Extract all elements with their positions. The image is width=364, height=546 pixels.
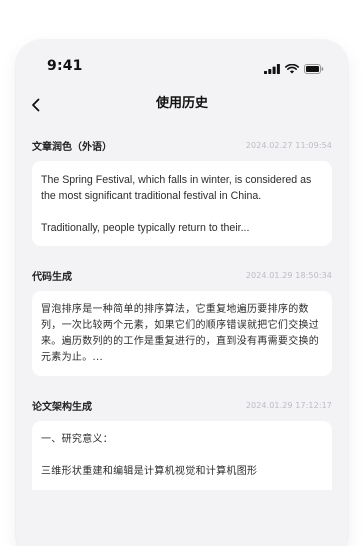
history-item[interactable]: 文章润色（外语） 2024.02.27 11:09:54 The Spring … xyxy=(32,136,332,246)
history-item-text: 冒泡排序是一种简单的排序算法，它重复地遍历要排序的数列，一次比较两个元素，如果它… xyxy=(41,304,320,363)
navigation-bar: 使用历史 xyxy=(16,88,348,122)
history-item-type: 代码生成 xyxy=(32,271,72,283)
history-item-header: 代码生成 2024.01.29 18:50:34 xyxy=(32,266,332,284)
history-item-timestamp: 2024.01.29 18:50:34 xyxy=(245,270,332,280)
wifi-icon xyxy=(285,59,299,78)
history-item-timestamp: 2024.01.29 17:12:17 xyxy=(245,400,332,410)
history-item[interactable]: 论文架构生成 2024.01.29 17:12:17 一、研究意义： 三维形状重… xyxy=(32,396,332,490)
history-item-header: 文章润色（外语） 2024.02.27 11:09:54 xyxy=(32,136,332,154)
history-item-card[interactable]: 一、研究意义： 三维形状重建和编辑是计算机视觉和计算机图形 xyxy=(32,421,332,490)
status-icons xyxy=(264,59,324,78)
status-bar: 9:41 xyxy=(16,40,348,88)
battery-icon xyxy=(304,59,324,78)
history-item[interactable]: 代码生成 2024.01.29 18:50:34 冒泡排序是一种简单的排序算法，… xyxy=(32,266,332,376)
history-item-card[interactable]: 冒泡排序是一种简单的排序算法，它重复地遍历要排序的数列，一次比较两个元素，如果它… xyxy=(32,291,332,376)
history-item-type: 论文架构生成 xyxy=(32,401,92,413)
history-item-type: 文章润色（外语） xyxy=(32,141,112,153)
history-item-text: The Spring Festival, which falls in wint… xyxy=(41,174,312,202)
page-title: 使用历史 xyxy=(155,96,208,111)
history-item-timestamp: 2024.02.27 11:09:54 xyxy=(245,140,332,150)
history-item-card[interactable]: The Spring Festival, which falls in wint… xyxy=(32,161,332,246)
history-item-text: 三维形状重建和编辑是计算机视觉和计算机图形 xyxy=(41,466,258,477)
history-item-text: 一、研究意义： xyxy=(41,434,114,445)
signal-icon xyxy=(264,59,280,78)
history-item-text: Traditionally, people typically return t… xyxy=(41,222,250,234)
history-list: 文章润色（外语） 2024.02.27 11:09:54 The Spring … xyxy=(32,136,332,510)
phone-frame: 9:41 使用历史 文章润色（外语） 2024.02.27 11:09:54 T… xyxy=(16,40,348,546)
status-time: 9:41 xyxy=(47,58,83,74)
history-item-header: 论文架构生成 2024.01.29 17:12:17 xyxy=(32,396,332,414)
screen: 9:41 使用历史 文章润色（外语） 2024.02.27 11:09:54 T… xyxy=(0,0,364,546)
